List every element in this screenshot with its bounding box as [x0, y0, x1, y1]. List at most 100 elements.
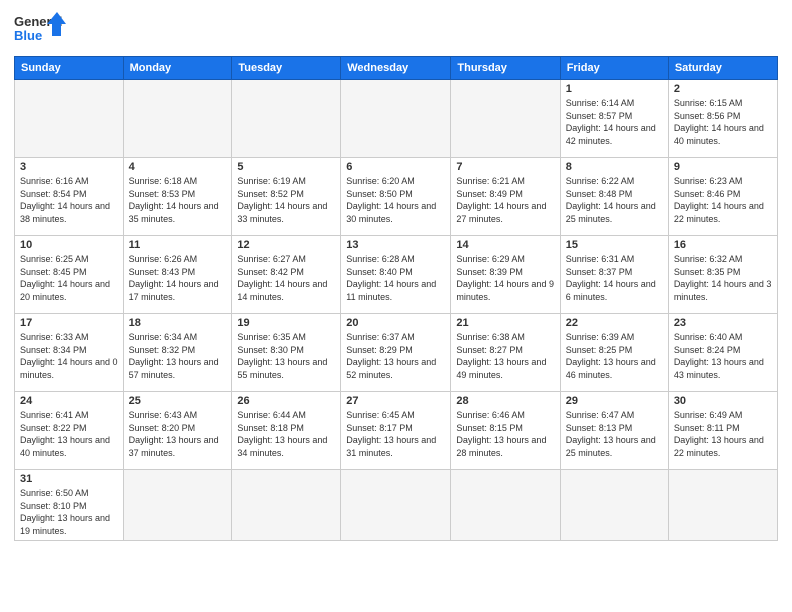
day-number: 21: [456, 317, 554, 329]
day-number: 23: [674, 317, 772, 329]
day-info: Sunrise: 6:26 AM Sunset: 8:43 PM Dayligh…: [129, 253, 227, 303]
day-number: 25: [129, 395, 227, 407]
calendar-cell: 30 Sunrise: 6:49 AM Sunset: 8:11 PM Dayli…: [668, 392, 777, 470]
calendar-cell: [232, 470, 341, 541]
calendar-cell: 17 Sunrise: 6:33 AM Sunset: 8:34 PM Dayli…: [15, 314, 124, 392]
calendar-cell: 10Sunrise: 6:25 AM Sunset: 8:45 PM Dayli…: [15, 236, 124, 314]
calendar-cell: [341, 470, 451, 541]
calendar-cell: [123, 80, 232, 158]
day-number: 16: [674, 239, 772, 251]
day-number: 22: [566, 317, 663, 329]
calendar-cell: 1 Sunrise: 6:14 AM Sunset: 8:57 PM Daylig…: [560, 80, 668, 158]
day-info: Sunrise: 6:18 AM Sunset: 8:53 PM Dayligh…: [129, 175, 227, 225]
calendar-cell: 31Sunrise: 6:50 AM Sunset: 8:10 PM Dayli…: [15, 470, 124, 541]
generalblue-logo-icon: General Blue: [14, 10, 69, 48]
calendar-cell: 14Sunrise: 6:29 AM Sunset: 8:39 PM Dayli…: [451, 236, 560, 314]
calendar-cell: 11 Sunrise: 6:26 AM Sunset: 8:43 PM Dayli…: [123, 236, 232, 314]
calendar-cell: 12 Sunrise: 6:27 AM Sunset: 8:42 PM Dayli…: [232, 236, 341, 314]
calendar-cell: 3 Sunrise: 6:16 AM Sunset: 8:54 PM Daylig…: [15, 158, 124, 236]
day-info: Sunrise: 6:50 AM Sunset: 8:10 PM Dayligh…: [20, 487, 118, 537]
weekday-header-saturday: Saturday: [668, 57, 777, 80]
svg-text:Blue: Blue: [14, 28, 42, 43]
day-info: Sunrise: 6:44 AM Sunset: 8:18 PM Dayligh…: [237, 409, 335, 459]
week-row-1: 1 Sunrise: 6:14 AM Sunset: 8:57 PM Daylig…: [15, 80, 778, 158]
day-info: Sunrise: 6:35 AM Sunset: 8:30 PM Dayligh…: [237, 331, 335, 381]
calendar-cell: [123, 470, 232, 541]
day-info: Sunrise: 6:39 AM Sunset: 8:25 PM Dayligh…: [566, 331, 663, 381]
day-number: 3: [20, 161, 118, 173]
week-row-6: 31Sunrise: 6:50 AM Sunset: 8:10 PM Dayli…: [15, 470, 778, 541]
calendar-cell: 25Sunrise: 6:43 AM Sunset: 8:20 PM Dayli…: [123, 392, 232, 470]
day-number: 6: [346, 161, 445, 173]
calendar-cell: 28Sunrise: 6:46 AM Sunset: 8:15 PM Dayli…: [451, 392, 560, 470]
calendar-cell: [451, 470, 560, 541]
day-info: Sunrise: 6:49 AM Sunset: 8:11 PM Dayligh…: [674, 409, 772, 459]
week-row-5: 24 Sunrise: 6:41 AM Sunset: 8:22 PM Dayli…: [15, 392, 778, 470]
day-info: Sunrise: 6:27 AM Sunset: 8:42 PM Dayligh…: [237, 253, 335, 303]
day-info: Sunrise: 6:19 AM Sunset: 8:52 PM Dayligh…: [237, 175, 335, 225]
calendar-cell: [668, 470, 777, 541]
calendar-cell: 16 Sunrise: 6:32 AM Sunset: 8:35 PM Dayli…: [668, 236, 777, 314]
weekday-header-wednesday: Wednesday: [341, 57, 451, 80]
day-number: 24: [20, 395, 118, 407]
calendar-cell: 26 Sunrise: 6:44 AM Sunset: 8:18 PM Dayli…: [232, 392, 341, 470]
weekday-header-tuesday: Tuesday: [232, 57, 341, 80]
calendar-cell: 23 Sunrise: 6:40 AM Sunset: 8:24 PM Dayli…: [668, 314, 777, 392]
day-number: 19: [237, 317, 335, 329]
day-info: Sunrise: 6:16 AM Sunset: 8:54 PM Dayligh…: [20, 175, 118, 225]
day-info: Sunrise: 6:34 AM Sunset: 8:32 PM Dayligh…: [129, 331, 227, 381]
weekday-header-monday: Monday: [123, 57, 232, 80]
day-info: Sunrise: 6:15 AM Sunset: 8:56 PM Dayligh…: [674, 97, 772, 147]
day-number: 5: [237, 161, 335, 173]
page-header: General Blue: [14, 10, 778, 48]
calendar-cell: 29 Sunrise: 6:47 AM Sunset: 8:13 PM Dayli…: [560, 392, 668, 470]
day-info: Sunrise: 6:23 AM Sunset: 8:46 PM Dayligh…: [674, 175, 772, 225]
day-info: Sunrise: 6:31 AM Sunset: 8:37 PM Dayligh…: [566, 253, 663, 303]
calendar-cell: 5 Sunrise: 6:19 AM Sunset: 8:52 PM Daylig…: [232, 158, 341, 236]
calendar-cell: [451, 80, 560, 158]
day-info: Sunrise: 6:47 AM Sunset: 8:13 PM Dayligh…: [566, 409, 663, 459]
calendar-cell: 27Sunrise: 6:45 AM Sunset: 8:17 PM Dayli…: [341, 392, 451, 470]
calendar-cell: [341, 80, 451, 158]
day-number: 4: [129, 161, 227, 173]
day-number: 14: [456, 239, 554, 251]
weekday-header-row: SundayMondayTuesdayWednesdayThursdayFrid…: [15, 57, 778, 80]
calendar-cell: 21 Sunrise: 6:38 AM Sunset: 8:27 PM Dayli…: [451, 314, 560, 392]
weekday-header-thursday: Thursday: [451, 57, 560, 80]
day-info: Sunrise: 6:41 AM Sunset: 8:22 PM Dayligh…: [20, 409, 118, 459]
day-number: 12: [237, 239, 335, 251]
day-info: Sunrise: 6:14 AM Sunset: 8:57 PM Dayligh…: [566, 97, 663, 147]
week-row-3: 10Sunrise: 6:25 AM Sunset: 8:45 PM Dayli…: [15, 236, 778, 314]
day-info: Sunrise: 6:28 AM Sunset: 8:40 PM Dayligh…: [346, 253, 445, 303]
day-number: 17: [20, 317, 118, 329]
calendar-cell: 2Sunrise: 6:15 AM Sunset: 8:56 PM Daylig…: [668, 80, 777, 158]
day-number: 30: [674, 395, 772, 407]
calendar-cell: [232, 80, 341, 158]
calendar-cell: 22 Sunrise: 6:39 AM Sunset: 8:25 PM Dayli…: [560, 314, 668, 392]
day-number: 13: [346, 239, 445, 251]
day-number: 9: [674, 161, 772, 173]
calendar-cell: 13 Sunrise: 6:28 AM Sunset: 8:40 PM Dayli…: [341, 236, 451, 314]
day-info: Sunrise: 6:38 AM Sunset: 8:27 PM Dayligh…: [456, 331, 554, 381]
day-number: 11: [129, 239, 227, 251]
day-number: 8: [566, 161, 663, 173]
day-info: Sunrise: 6:37 AM Sunset: 8:29 PM Dayligh…: [346, 331, 445, 381]
week-row-2: 3 Sunrise: 6:16 AM Sunset: 8:54 PM Daylig…: [15, 158, 778, 236]
day-info: Sunrise: 6:20 AM Sunset: 8:50 PM Dayligh…: [346, 175, 445, 225]
day-number: 15: [566, 239, 663, 251]
calendar-cell: 18 Sunrise: 6:34 AM Sunset: 8:32 PM Dayli…: [123, 314, 232, 392]
calendar-cell: 15 Sunrise: 6:31 AM Sunset: 8:37 PM Dayli…: [560, 236, 668, 314]
day-info: Sunrise: 6:21 AM Sunset: 8:49 PM Dayligh…: [456, 175, 554, 225]
day-number: 26: [237, 395, 335, 407]
day-number: 29: [566, 395, 663, 407]
day-info: Sunrise: 6:33 AM Sunset: 8:34 PM Dayligh…: [20, 331, 118, 381]
day-info: Sunrise: 6:40 AM Sunset: 8:24 PM Dayligh…: [674, 331, 772, 381]
logo: General Blue: [14, 10, 69, 48]
day-info: Sunrise: 6:22 AM Sunset: 8:48 PM Dayligh…: [566, 175, 663, 225]
calendar-table: SundayMondayTuesdayWednesdayThursdayFrid…: [14, 56, 778, 541]
day-number: 18: [129, 317, 227, 329]
day-info: Sunrise: 6:25 AM Sunset: 8:45 PM Dayligh…: [20, 253, 118, 303]
calendar-cell: 19 Sunrise: 6:35 AM Sunset: 8:30 PM Dayli…: [232, 314, 341, 392]
day-number: 1: [566, 83, 663, 95]
day-info: Sunrise: 6:32 AM Sunset: 8:35 PM Dayligh…: [674, 253, 772, 303]
